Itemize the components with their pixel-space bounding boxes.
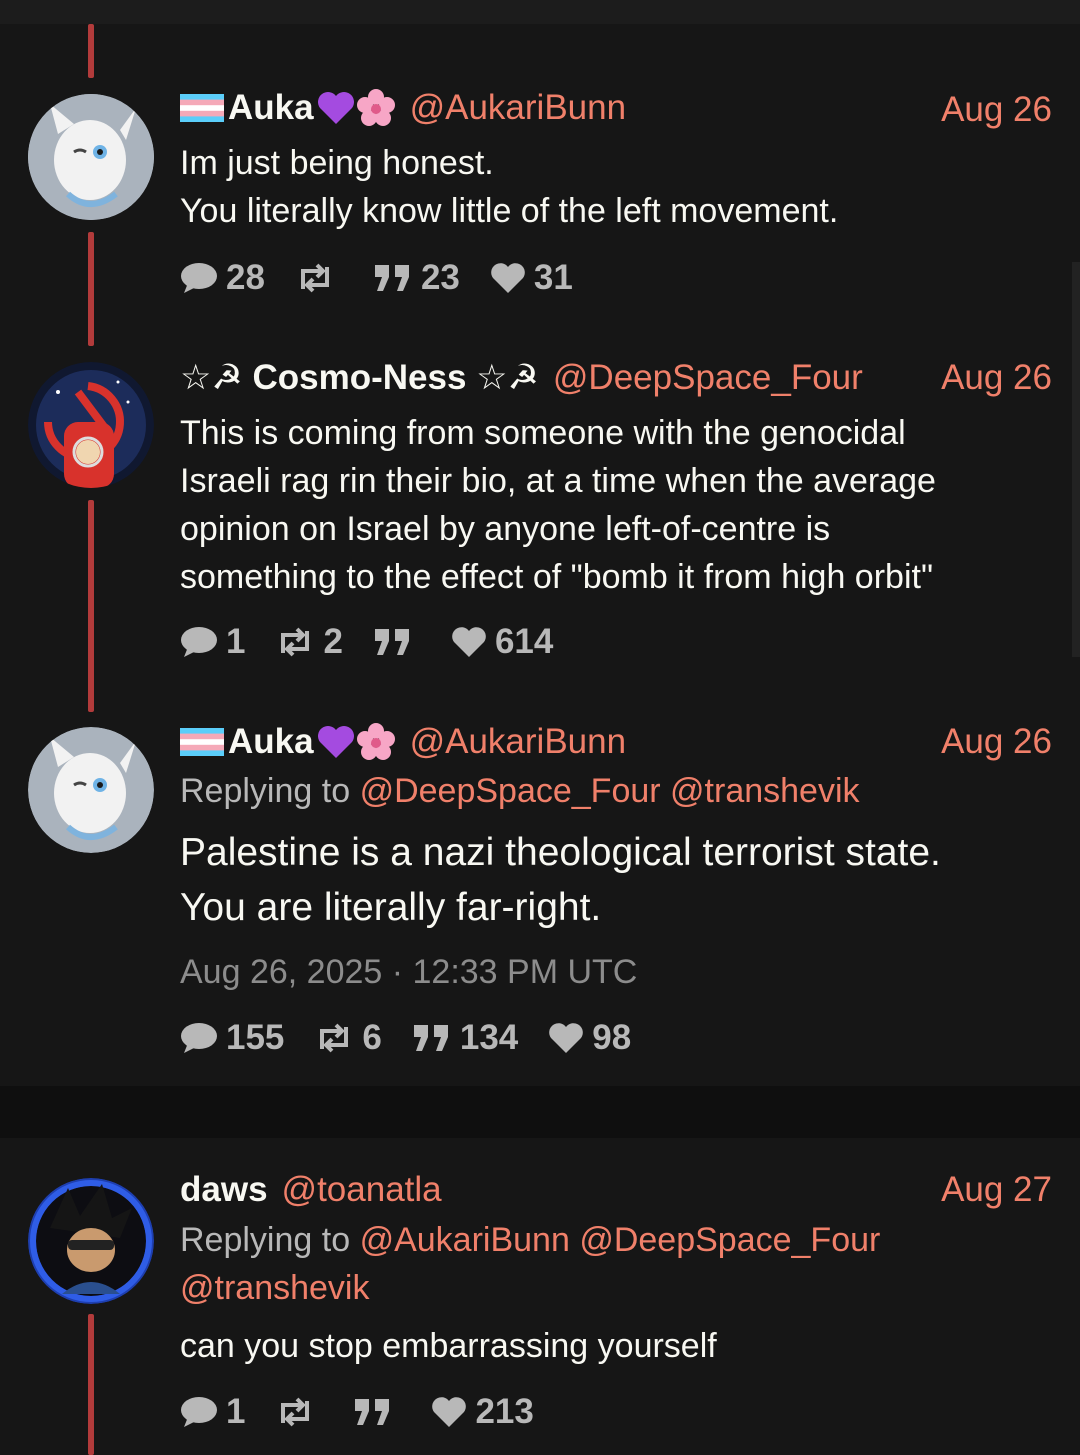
tweet-text: Im just being honest. You literally know… (180, 144, 839, 230)
retweet-button[interactable]: 2 (275, 622, 343, 662)
like-button[interactable]: 213 (431, 1392, 534, 1432)
trans-flag-icon (180, 728, 224, 756)
reply-button[interactable]: 28 (180, 258, 265, 298)
quote-button[interactable]: 134 (412, 1018, 518, 1058)
replying-to-label: Replying to (180, 772, 351, 810)
name-row: Auka @AukariBunn (180, 720, 1050, 764)
mention-link[interactable]: @transhevik (670, 772, 859, 810)
reply-count: 1 (226, 1392, 246, 1431)
mention-link[interactable]: @DeepSpace_Four (360, 772, 661, 810)
avatar[interactable] (28, 727, 154, 853)
reply-button[interactable]: 1 (180, 1392, 245, 1432)
retweet-icon (300, 263, 329, 293)
name-row: Auka @AukariBunn (180, 86, 1050, 130)
like-count: 31 (533, 258, 573, 297)
like-count: 213 (475, 1392, 534, 1431)
mention-link[interactable]: @transhevik (180, 1269, 369, 1307)
tweet-text: This is coming from someone with the gen… (180, 414, 936, 596)
retweet-button[interactable] (295, 263, 343, 293)
name-row: daws @toanatla (180, 1168, 1050, 1212)
tweet-stats: 155 6 134 98 (180, 1016, 661, 1060)
reply-count: 1 (226, 622, 246, 661)
quote-icon (355, 1399, 390, 1425)
like-count: 98 (592, 1018, 632, 1057)
retweet-button[interactable]: 6 (314, 1018, 382, 1058)
reply-button[interactable]: 155 (180, 1018, 284, 1058)
mention-link[interactable]: @DeepSpace_Four (579, 1221, 880, 1259)
quote-icon (374, 265, 409, 291)
post-date[interactable]: Aug 26 (941, 90, 1052, 130)
post-date[interactable]: Aug 26 (941, 722, 1052, 762)
retweet-count: 6 (362, 1018, 382, 1057)
handle[interactable]: @toanatla (282, 1170, 442, 1210)
thread-line (88, 500, 94, 712)
display-name[interactable]: daws (180, 1170, 268, 1210)
name-row: ☆☭ Cosmo-Ness ☆☭ @DeepSpace_Four (180, 356, 1050, 400)
like-count: 614 (494, 622, 554, 661)
post-date[interactable]: Aug 26 (941, 358, 1052, 398)
quote-count: 23 (420, 258, 460, 297)
thread-line (88, 232, 94, 346)
post-date[interactable]: Aug 27 (941, 1170, 1052, 1210)
quote-icon (374, 629, 409, 655)
heart-icon (432, 1397, 467, 1427)
cherry-blossom-icon (356, 723, 395, 760)
display-name[interactable]: ☆☭ Cosmo-Ness ☆☭ (180, 358, 539, 398)
quote-button[interactable] (353, 1397, 401, 1427)
quote-icon (413, 1025, 448, 1051)
avatar[interactable] (28, 1178, 154, 1304)
retweet-count: 2 (323, 622, 343, 661)
like-button[interactable]: 614 (451, 622, 553, 662)
purple-heart-icon (317, 726, 354, 758)
handle[interactable]: @AukariBunn (410, 722, 626, 762)
reply-count: 28 (226, 258, 265, 297)
comment-icon (181, 1397, 217, 1427)
reply-button[interactable]: 1 (180, 622, 245, 662)
avatar[interactable] (28, 94, 154, 220)
thread-line (88, 1314, 94, 1455)
display-name[interactable]: Auka (180, 722, 396, 762)
display-name[interactable]: Auka (180, 88, 396, 128)
display-name-text: Auka (228, 722, 314, 761)
handle[interactable]: @AukariBunn (410, 88, 626, 128)
like-button[interactable]: 31 (490, 258, 573, 298)
replying-to-label: Replying to (180, 1221, 351, 1259)
retweet-icon (320, 1023, 349, 1053)
comment-icon (181, 627, 217, 657)
replying-to: Replying to @AukariBunn @DeepSpace_Four … (180, 1216, 1050, 1312)
tweet-stats: 1 2 614 (180, 620, 583, 664)
scrollbar-thumb[interactable] (1072, 262, 1080, 657)
quote-count: 134 (459, 1018, 519, 1057)
tweet-stats: 28 23 31 (180, 256, 603, 300)
purple-heart-icon (317, 92, 354, 124)
handle[interactable]: @DeepSpace_Four (553, 358, 863, 398)
heart-icon (452, 627, 486, 657)
like-button[interactable]: 98 (548, 1018, 631, 1058)
reply-count: 155 (226, 1018, 285, 1057)
cherry-blossom-icon (356, 89, 395, 126)
tweet-text: can you stop embarrassing yourself (180, 1327, 717, 1365)
tweet-timestamp[interactable]: Aug 26, 2025 · 12:33 PM UTC (180, 953, 637, 992)
retweet-icon (281, 1397, 310, 1427)
comment-icon (181, 263, 217, 293)
heart-icon (491, 263, 525, 293)
tweet-stats: 1 213 (180, 1390, 564, 1434)
top-strip (0, 0, 1080, 24)
thread-line (88, 24, 94, 78)
retweet-button[interactable] (275, 1397, 323, 1427)
trans-flag-icon (180, 94, 224, 122)
quote-button[interactable]: 23 (373, 258, 460, 298)
mention-link[interactable]: @AukariBunn (360, 1221, 570, 1259)
tweet-text: Palestine is a nazi theological terroris… (180, 831, 941, 929)
heart-icon (549, 1023, 584, 1053)
display-name-text: Auka (228, 88, 314, 127)
replying-to: Replying to @DeepSpace_Four @transhevik (180, 767, 1050, 815)
avatar[interactable] (28, 362, 154, 488)
comment-icon (181, 1023, 217, 1053)
retweet-icon (281, 627, 310, 657)
quote-button[interactable] (373, 627, 421, 657)
